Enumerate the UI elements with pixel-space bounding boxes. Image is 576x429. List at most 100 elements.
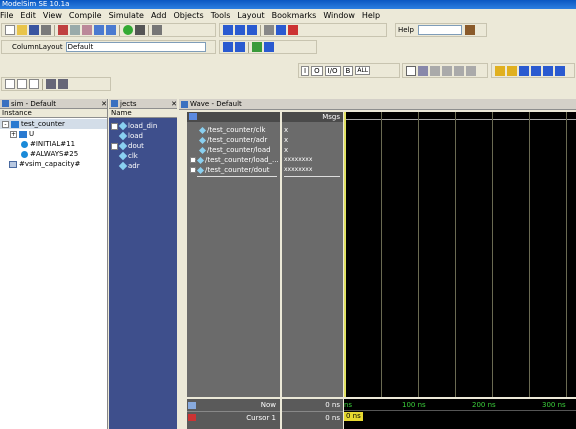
- wave-signal-row[interactable]: + /test_counter/load_...: [187, 155, 280, 165]
- expand-toggle[interactable]: +: [190, 167, 196, 174]
- tree-item-test-counter[interactable]: - test_counter: [0, 119, 107, 129]
- open-folder-icon[interactable]: [17, 25, 27, 35]
- expand-toggle[interactable]: +: [10, 130, 17, 138]
- layout-icon[interactable]: [152, 25, 162, 35]
- timeline[interactable]: ns 100 ns 200 ns 300 ns 0 ns: [344, 399, 576, 429]
- find-rising-edge-icon[interactable]: [555, 65, 565, 76]
- layout-two-icon[interactable]: [17, 79, 27, 89]
- menu-file[interactable]: File: [0, 11, 13, 20]
- new-file-icon[interactable]: [5, 25, 15, 35]
- step-icon[interactable]: [223, 25, 233, 35]
- sim-column-header[interactable]: Instance: [0, 109, 107, 118]
- save-icon[interactable]: [29, 25, 39, 35]
- find-icon[interactable]: [135, 25, 145, 35]
- object-item[interactable]: + dout: [109, 141, 177, 151]
- step-out-icon[interactable]: [247, 25, 257, 35]
- divider: [284, 176, 340, 177]
- cursor-marker[interactable]: 0 ns: [344, 412, 363, 421]
- column-layout-toolbar: ColumnLayout Default: [1, 40, 216, 54]
- layout-four-icon[interactable]: [46, 79, 56, 89]
- tree-item-always[interactable]: #ALWAYS#25: [0, 149, 107, 159]
- expand-icon[interactable]: [252, 42, 262, 52]
- run-icon[interactable]: [276, 25, 286, 35]
- filter-all-button[interactable]: ALL: [355, 66, 371, 75]
- object-item[interactable]: load: [109, 131, 177, 141]
- expand-toggle[interactable]: +: [190, 157, 196, 164]
- panel-close-icon[interactable]: ✕: [171, 100, 177, 108]
- menu-compile[interactable]: Compile: [69, 11, 102, 20]
- collapse-icon[interactable]: [264, 42, 274, 52]
- object-item[interactable]: clk: [109, 151, 177, 161]
- delete-cursor-icon[interactable]: [507, 65, 517, 76]
- sim-panel-tab[interactable]: sim - Default: [11, 100, 56, 108]
- menu-edit[interactable]: Edit: [20, 11, 36, 20]
- wave-signal-row[interactable]: /test_counter/load: [187, 145, 280, 155]
- objects-panel-tab[interactable]: jects: [120, 100, 137, 108]
- filter-inout-button[interactable]: I/O: [324, 65, 341, 76]
- process-icon: [21, 140, 28, 148]
- menu-add[interactable]: Add: [151, 11, 167, 20]
- up-arrow-icon[interactable]: [223, 42, 233, 52]
- object-item[interactable]: + load_din: [109, 121, 177, 131]
- move-icon[interactable]: [454, 65, 464, 76]
- wave-signal-row[interactable]: /test_counter/adr: [187, 135, 280, 145]
- zoom-full-icon[interactable]: [466, 65, 476, 76]
- expand-toggle[interactable]: +: [111, 122, 118, 130]
- wave-signal-row[interactable]: + /test_counter/dout: [187, 165, 280, 175]
- menu-view[interactable]: View: [43, 11, 62, 20]
- cursor-row[interactable]: Cursor 1: [187, 411, 280, 423]
- paste-icon[interactable]: [82, 25, 92, 35]
- menu-window[interactable]: Window: [323, 11, 355, 20]
- signal-icon: [118, 161, 128, 171]
- wave-signal-name: /test_counter/dout: [205, 166, 270, 174]
- wave-panel-tab[interactable]: Wave - Default: [190, 100, 242, 108]
- filter-buffer-button[interactable]: B: [342, 65, 354, 76]
- menu-tools[interactable]: Tools: [211, 11, 231, 20]
- object-item[interactable]: adr: [109, 161, 177, 171]
- filter-out-button[interactable]: O: [311, 65, 323, 76]
- menu-layout[interactable]: Layout: [237, 11, 264, 20]
- layout-five-icon[interactable]: [58, 79, 68, 89]
- undo-icon[interactable]: [94, 25, 104, 35]
- edit-mode-icon[interactable]: [430, 65, 440, 76]
- tree-item-initial[interactable]: #INITIAL#11: [0, 139, 107, 149]
- wave-settings-icon[interactable]: [189, 113, 197, 120]
- help-search-input[interactable]: [417, 25, 462, 35]
- menu-objects[interactable]: Objects: [173, 11, 203, 20]
- menu-help[interactable]: Help: [362, 11, 380, 20]
- find-prev-edge-icon[interactable]: [519, 65, 529, 76]
- column-layout-select[interactable]: Default: [65, 42, 206, 52]
- layout-one-icon[interactable]: [5, 79, 15, 89]
- zoom-mode-icon[interactable]: [418, 65, 428, 76]
- tree-item-u[interactable]: + U: [0, 129, 107, 139]
- menu-simulate[interactable]: Simulate: [109, 11, 144, 20]
- collapse-toggle[interactable]: -: [2, 120, 9, 128]
- stretch-icon[interactable]: [442, 65, 452, 76]
- layout-three-icon[interactable]: [29, 79, 39, 89]
- filter-in-button[interactable]: I: [301, 65, 310, 76]
- break-icon[interactable]: [288, 25, 298, 35]
- continue-icon[interactable]: [264, 25, 274, 35]
- print-icon[interactable]: [41, 25, 51, 35]
- find-falling-edge-icon[interactable]: [543, 65, 553, 76]
- waveform-canvas[interactable]: [344, 112, 576, 397]
- down-arrow-icon[interactable]: [235, 42, 245, 52]
- copy-icon[interactable]: [70, 25, 80, 35]
- compile-icon[interactable]: [123, 25, 133, 35]
- add-cursor-icon[interactable]: [495, 65, 505, 76]
- objects-column-header[interactable]: Name: [109, 109, 177, 118]
- menu-bookmarks[interactable]: Bookmarks: [272, 11, 317, 20]
- redo-icon[interactable]: [106, 25, 116, 35]
- find-next-edge-icon[interactable]: [531, 65, 541, 76]
- window-title: ModelSim SE 10.1a: [2, 0, 70, 8]
- cut-icon[interactable]: [58, 25, 68, 35]
- step-over-icon[interactable]: [235, 25, 245, 35]
- cursor-line[interactable]: [344, 112, 346, 397]
- panel-close-icon[interactable]: ✕: [101, 100, 107, 108]
- tree-item-vsim-capacity[interactable]: #vsim_capacity#: [0, 159, 107, 169]
- search-binoculars-icon[interactable]: [464, 25, 475, 35]
- expand-toggle[interactable]: +: [111, 142, 118, 150]
- wave-signal-row[interactable]: /test_counter/clk: [187, 125, 280, 135]
- select-pointer-icon[interactable]: [406, 65, 416, 76]
- cursor-lock-icon[interactable]: [188, 414, 196, 421]
